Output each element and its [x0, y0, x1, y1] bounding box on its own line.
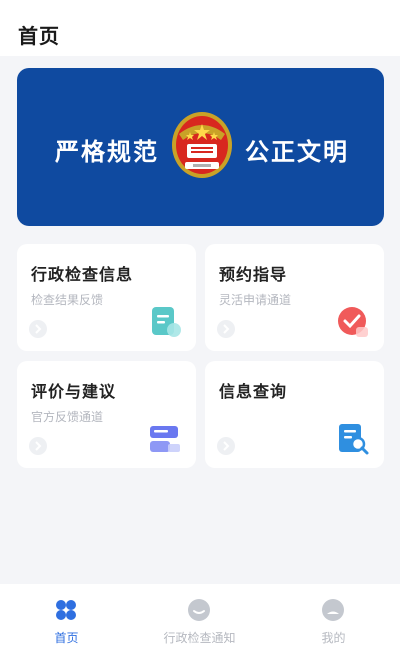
hero-banner[interactable]: 严格规范 公正文明	[17, 68, 384, 226]
card-subtitle: 官方反馈通道	[31, 410, 104, 424]
chevron-right-icon	[29, 320, 47, 338]
card-title: 预约指导	[219, 265, 288, 284]
top-bar: 首页	[0, 0, 400, 56]
banner-slogan-right: 公正文明	[245, 138, 349, 166]
banner-slogan-left: 严格规范	[55, 138, 159, 166]
card-title: 评价与建议	[31, 382, 117, 401]
tab-profile[interactable]: 我的	[267, 584, 400, 669]
chevron-right-icon	[217, 320, 235, 338]
home-grid-icon	[56, 600, 76, 620]
tab-home[interactable]: 首页	[0, 584, 133, 669]
card-info-query[interactable]: 信息查询	[205, 361, 384, 468]
card-subtitle: 检查结果反馈	[31, 293, 104, 307]
chevron-right-icon	[217, 437, 235, 455]
card-inspection-info[interactable]: 行政检查信息 检查结果反馈	[17, 244, 196, 351]
page-title: 首页	[18, 24, 60, 48]
tab-inspection-notice[interactable]: 行政检查通知	[133, 584, 266, 669]
profile-icon	[322, 599, 344, 621]
tab-label: 行政检查通知	[163, 631, 236, 645]
card-evaluation-suggestion[interactable]: 评价与建议 官方反馈通道	[17, 361, 196, 468]
message-icon	[188, 599, 210, 621]
police-emblem-icon	[172, 112, 232, 178]
card-appointment-guidance[interactable]: 预约指导 灵活申请通道	[205, 244, 384, 351]
card-subtitle: 灵活申请通道	[219, 293, 292, 307]
search-document-icon	[339, 424, 369, 455]
card-title: 信息查询	[219, 382, 288, 401]
feedback-icon	[150, 426, 180, 452]
check-badge-icon	[338, 307, 368, 337]
tab-label: 首页	[54, 631, 79, 645]
bottom-tab-bar: 首页 行政检查通知 我的	[0, 584, 400, 669]
tab-label: 我的	[321, 631, 346, 645]
card-title: 行政检查信息	[31, 265, 134, 284]
document-icon	[152, 307, 181, 337]
chevron-right-icon	[29, 437, 47, 455]
